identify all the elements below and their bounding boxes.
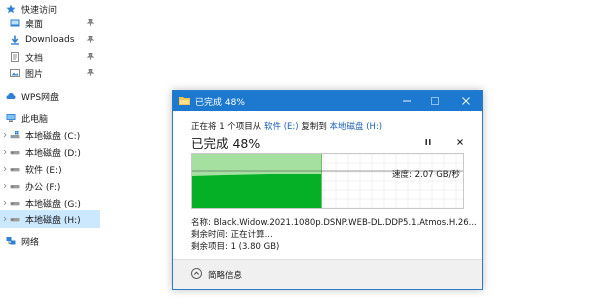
nav-this-pc[interactable]: 此电脑 bbox=[0, 109, 100, 127]
nav-label: 本地磁盘 (C:) bbox=[25, 131, 81, 142]
nav-label: 本地磁盘 (D:) bbox=[25, 148, 81, 159]
progress-edge bbox=[321, 154, 322, 208]
copy-prefix: 正在将 1 个项目从 bbox=[191, 122, 262, 132]
nav-pictures[interactable]: 图片 bbox=[0, 64, 100, 82]
nav-label: 文档 bbox=[25, 53, 44, 64]
time-remaining-row: 剩余时间: 正在计算... bbox=[191, 230, 273, 240]
maximize-icon bbox=[431, 97, 439, 105]
minimize-button[interactable] bbox=[393, 91, 421, 111]
windows-drive-icon bbox=[10, 130, 20, 140]
nav-label: 此电脑 bbox=[21, 114, 49, 125]
copy-progress-dialog: 已完成 48% 正在将 1 个项目从 软件 (E:) 复制到 本地磁盘 (H:)… bbox=[172, 90, 483, 290]
transfer-speed-graph: 速度: 2.07 GB/秒 bbox=[191, 153, 464, 209]
close-icon bbox=[462, 97, 470, 105]
chevron-right-icon[interactable] bbox=[2, 132, 8, 138]
network-icon bbox=[6, 236, 16, 246]
copy-summary: 正在将 1 个项目从 软件 (E:) 复制到 本地磁盘 (H:) bbox=[191, 120, 382, 132]
chevron-right-icon[interactable] bbox=[2, 216, 8, 222]
close-button[interactable] bbox=[452, 91, 480, 111]
star-icon bbox=[6, 4, 16, 14]
chevron-right-icon[interactable] bbox=[2, 183, 8, 189]
chevron-right-icon[interactable] bbox=[2, 149, 8, 155]
dialog-footer: 简略信息 bbox=[173, 259, 482, 289]
speed-readout: 速度: 2.07 GB/秒 bbox=[392, 170, 460, 180]
pin-icon[interactable] bbox=[87, 19, 94, 26]
nav-drive-c[interactable]: 本地磁盘 (C:) bbox=[0, 126, 100, 144]
fewer-details-label: 简略信息 bbox=[208, 271, 243, 281]
file-name-row: 名称: Black.Widow.2021.1080p.DSNP.WEB-DL.D… bbox=[191, 218, 477, 228]
destination-drive-link[interactable]: 本地磁盘 (H:) bbox=[330, 122, 383, 132]
speed-graph-canvas bbox=[192, 154, 463, 208]
document-icon bbox=[10, 52, 20, 62]
drive-icon bbox=[10, 198, 20, 208]
copy-middle: 复制到 bbox=[301, 122, 327, 132]
nav-desktop[interactable]: 桌面 bbox=[0, 14, 100, 32]
pin-icon[interactable] bbox=[87, 36, 94, 43]
pin-icon[interactable] bbox=[87, 69, 94, 76]
desktop-folder-icon bbox=[10, 18, 20, 28]
nav-label: Downloads bbox=[25, 35, 75, 45]
close-icon bbox=[457, 139, 463, 145]
dialog-title: 已完成 48% bbox=[195, 98, 245, 108]
items-remaining-row: 剩余项目: 1 (3.80 GB) bbox=[191, 242, 280, 252]
nav-wps-cloud[interactable]: WPS网盘 bbox=[0, 87, 100, 105]
progress-headline: 已完成 48% bbox=[191, 136, 261, 151]
transfer-details: 名称: Black.Widow.2021.1080p.DSNP.WEB-DL.D… bbox=[191, 217, 477, 253]
download-arrow-icon bbox=[10, 35, 20, 45]
drive-icon bbox=[10, 147, 20, 157]
chevron-up-icon bbox=[191, 268, 202, 279]
maximize-button[interactable] bbox=[421, 91, 449, 111]
drive-icon bbox=[10, 181, 20, 191]
picture-icon bbox=[10, 68, 20, 78]
speed-area bbox=[192, 174, 322, 208]
source-drive-link[interactable]: 软件 (E:) bbox=[264, 122, 299, 132]
nav-drive-e[interactable]: 软件 (E:) bbox=[0, 160, 100, 178]
pin-icon[interactable] bbox=[87, 53, 94, 60]
nav-label: WPS网盘 bbox=[21, 92, 60, 103]
nav-drive-f[interactable]: 办公 (F:) bbox=[0, 177, 100, 195]
nav-drive-h[interactable]: 本地磁盘 (H:) bbox=[0, 210, 100, 228]
chevron-right-icon[interactable] bbox=[2, 200, 8, 206]
dialog-titlebar[interactable]: 已完成 48% bbox=[173, 91, 482, 111]
nav-label: 本地磁盘 (G:) bbox=[25, 199, 81, 210]
drive-icon bbox=[10, 214, 20, 224]
navigation-pane: 快速访问 桌面 Downloads 文档 图片 WPS网盘 此电脑 本地磁盘 (… bbox=[0, 0, 100, 307]
computer-icon bbox=[6, 113, 16, 123]
nav-label: 本地磁盘 (H:) bbox=[25, 215, 81, 226]
nav-label: 网络 bbox=[21, 237, 40, 248]
nav-label: 桌面 bbox=[25, 19, 44, 30]
chevron-right-icon[interactable] bbox=[2, 166, 8, 172]
nav-drive-d[interactable]: 本地磁盘 (D:) bbox=[0, 143, 100, 161]
cloud-icon bbox=[6, 91, 16, 101]
nav-label: 图片 bbox=[25, 69, 44, 80]
file-copy-icon bbox=[179, 97, 190, 105]
drive-icon bbox=[10, 164, 20, 174]
nav-network[interactable]: 网络 bbox=[0, 232, 100, 250]
pause-button[interactable] bbox=[423, 137, 433, 147]
nav-label: 软件 (E:) bbox=[25, 165, 62, 176]
minimize-icon bbox=[403, 100, 411, 102]
file-explorer-window: 快速访问 桌面 Downloads 文档 图片 WPS网盘 此电脑 本地磁盘 (… bbox=[0, 0, 600, 307]
nav-label: 办公 (F:) bbox=[25, 182, 61, 193]
pause-icon bbox=[425, 139, 431, 145]
nav-downloads[interactable]: Downloads bbox=[0, 31, 100, 49]
cancel-copy-button[interactable] bbox=[455, 137, 465, 147]
